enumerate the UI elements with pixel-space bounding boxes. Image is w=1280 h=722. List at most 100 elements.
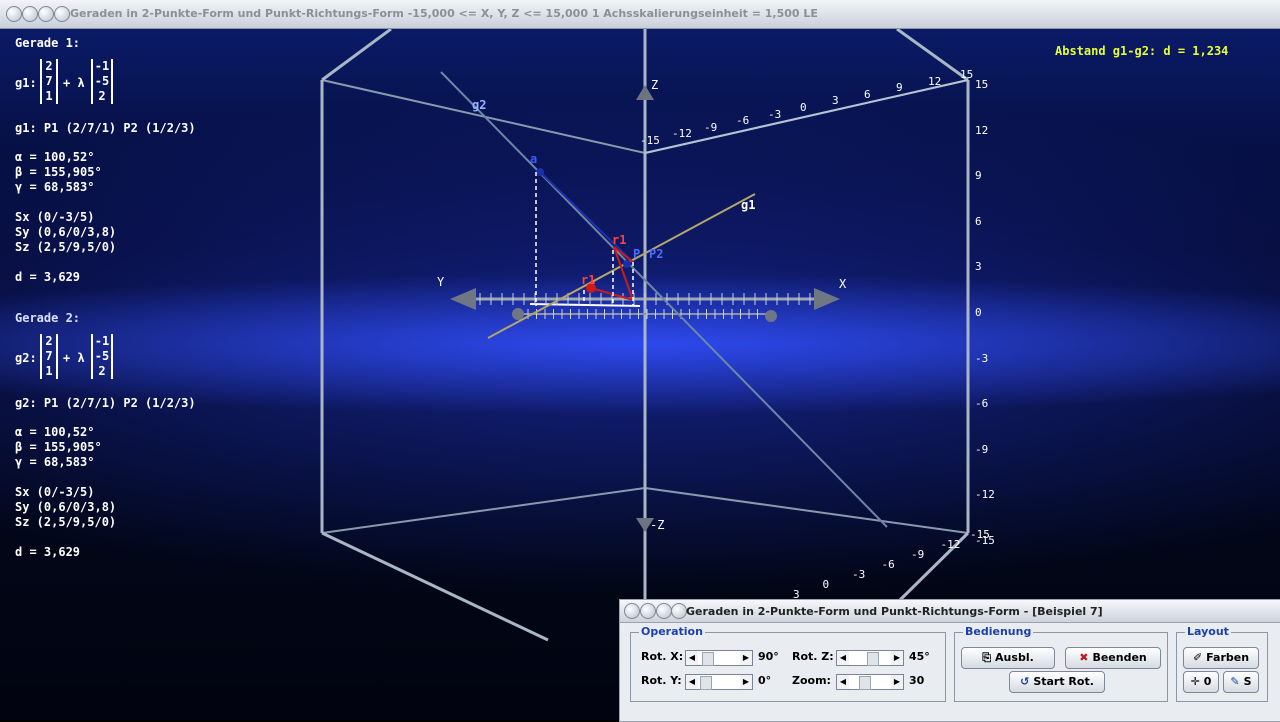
control-panel: Geraden in 2-Punkte-Form und Punkt-Richt… (619, 599, 1280, 722)
operation-label: Operation (639, 625, 705, 638)
arrow-left-icon[interactable]: ◀ (837, 675, 849, 689)
g1-name: g1: (15, 76, 37, 90)
zoom-value: 30 (909, 674, 925, 687)
arrow-left-icon[interactable]: ◀ (686, 675, 698, 689)
panel-menu-icon[interactable] (624, 603, 640, 619)
top-scale-tick-label: 9 (896, 81, 903, 95)
rot-y-slider[interactable]: ◀ ▶ (685, 674, 753, 690)
g1-sy: Sy (0,6/0/3,8) (15, 225, 117, 239)
arrow-right-icon[interactable]: ▶ (891, 675, 903, 689)
point-a (536, 168, 544, 176)
hide-icon: ⎘ (982, 651, 992, 664)
right-scale-tick-label: 12 (975, 123, 989, 137)
label-r1-top: r1 (612, 233, 627, 247)
g1-alpha: α = 100,52° (15, 150, 95, 164)
g2-beta: β = 155,905° (15, 440, 102, 454)
axis-label-x: X (839, 277, 847, 291)
s-button[interactable]: ✎ S (1223, 671, 1259, 693)
right-scale-tick-label: -6 (975, 397, 989, 411)
arrow-left-icon[interactable]: ◀ (686, 651, 698, 665)
arrow-left-icon[interactable]: ◀ (837, 651, 849, 665)
zoom-slider[interactable]: ◀ ▶ (836, 674, 904, 690)
top-scale-line (644, 79, 969, 154)
g1-sz: Sz (2,5/9,5/0) (15, 240, 117, 254)
g2-alpha: α = 100,52° (15, 425, 95, 439)
top-scale-tick-label: 3 (832, 94, 839, 108)
axis-label-z: Z (651, 78, 659, 92)
panel-app-icon (671, 603, 687, 619)
point-p (623, 260, 631, 268)
g1-plus-lambda: + λ (63, 76, 85, 90)
arrow-right-icon[interactable]: ▶ (740, 675, 752, 689)
bedienung-group: Bedienung ⎘ Ausbl. ✖ Beenden ↺ Start Rot. (954, 625, 1168, 702)
rot-z-slider[interactable]: ◀ ▶ (836, 650, 904, 666)
zero-button[interactable]: ✛ 0 (1183, 671, 1219, 693)
g2-gamma: γ = 68,583° (15, 455, 95, 469)
rot-x-slider[interactable]: ◀ ▶ (685, 650, 753, 666)
bounding-box-front (320, 29, 970, 642)
operation-group: Operation Rot. X: ◀ ▶ 90° Rot. Z: ◀ ▶ 45… (630, 625, 946, 702)
arrow-right-icon[interactable]: ▶ (740, 651, 752, 665)
panel-maximize-icon[interactable] (656, 603, 672, 619)
g2-sx: Sx (0/-3/5) (15, 485, 95, 499)
right-scale-tick-label: 6 (975, 214, 982, 228)
g1-d: d = 3,629 (15, 270, 81, 284)
top-scale-tick-label: -3 (768, 107, 782, 121)
axis-label-y: Y (437, 275, 445, 289)
axis-label-neg-z: -Z (650, 518, 665, 532)
top-scale-tick-label: -9 (704, 120, 718, 134)
title-bar: Geraden in 2-Punkte-Form und Punkt-Richt… (0, 0, 1280, 29)
farben-button[interactable]: ✐ Farben (1183, 647, 1259, 669)
label-a: a (530, 152, 538, 166)
right-scale-tick-label: 0 (975, 306, 982, 319)
rot-z-label: Rot. Z: (792, 650, 834, 663)
right-scale-tick-label: -9 (975, 442, 989, 456)
bottom-scale-tick-label: -3 (852, 568, 866, 581)
bottom-scale-tick-label: -15 (970, 528, 990, 541)
paint-icon: ✐ (1192, 651, 1203, 664)
minimize-icon[interactable] (22, 6, 38, 22)
ausbl-button[interactable]: ⎘ Ausbl. (961, 647, 1055, 669)
g2-point-vector: 271 (40, 334, 58, 379)
g2-points: g2: P1 (2/7/1) P2 (1/2/3) (15, 396, 196, 410)
top-scale-tick-label: -12 (672, 127, 692, 141)
zoom-label: Zoom: (792, 674, 831, 687)
bottom-scale-tick-label: -9 (911, 548, 925, 561)
label-g1: g1 (741, 198, 756, 212)
top-scale-tick-label: 6 (864, 87, 871, 101)
layout-group: Layout ✐ Farben ✛ 0 ✎ S (1176, 625, 1268, 702)
right-scale-tick-label: 15 (975, 78, 989, 91)
bottom-scale-tick-label: -12 (940, 538, 961, 551)
arrow-right-icon[interactable]: ▶ (891, 651, 903, 665)
right-scale-tick-label: -12 (975, 488, 995, 502)
g2-d: d = 3,629 (15, 545, 81, 559)
g2-plus-lambda: + λ (63, 351, 85, 365)
g1-beta: β = 155,905° (15, 165, 102, 179)
close-icon: ✖ (1079, 651, 1089, 664)
g1-gamma: γ = 68,583° (15, 180, 95, 194)
maximize-icon[interactable] (38, 6, 54, 22)
bedienung-label: Bedienung (963, 625, 1034, 638)
top-scale-tick-label: -6 (736, 114, 750, 128)
label-r1-bottom: r1 (581, 273, 596, 287)
beenden-button[interactable]: ✖ Beenden (1065, 647, 1161, 669)
window-title: Geraden in 2-Punkte-Form und Punkt-Richt… (70, 7, 818, 20)
layout-label: Layout (1185, 625, 1231, 638)
g1-sx: Sx (0/-3/5) (15, 210, 95, 224)
g1-points: g1: P1 (2/7/1) P2 (1/2/3) (15, 121, 196, 135)
gerade1-heading: Gerade 1: (15, 36, 81, 50)
rotate-icon: ↺ (1020, 675, 1030, 688)
app-icon (54, 6, 70, 22)
right-scale-tick-label: -3 (975, 351, 989, 365)
start-rot-button[interactable]: ↺ Start Rot. (1009, 671, 1105, 693)
panel-minimize-icon[interactable] (640, 603, 656, 619)
distance-readout: Abstand g1-g2: d = 1,234 (1055, 44, 1229, 58)
label-g2: g2 (472, 98, 487, 112)
window-menu-icon[interactable] (6, 6, 22, 22)
top-scale-tick-label: -15 (640, 134, 660, 147)
g2-sz: Sz (2,5/9,5/0) (15, 515, 117, 529)
top-scale-tick-label: 15 (960, 68, 974, 81)
g2-name: g2: (15, 351, 37, 365)
rot-z-value: 45° (909, 650, 930, 663)
panel-title-bar: Geraden in 2-Punkte-Form und Punkt-Richt… (620, 600, 1280, 623)
